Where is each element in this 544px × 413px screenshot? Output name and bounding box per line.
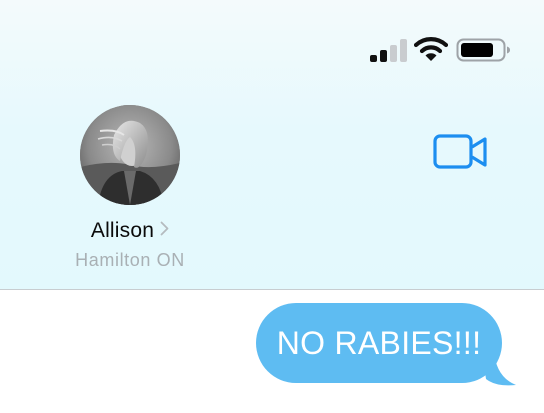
cellular-signal-icon	[370, 39, 407, 62]
outgoing-message[interactable]: NO RABIES!!!	[256, 303, 518, 387]
message-bubble: NO RABIES!!!	[256, 303, 502, 383]
chevron-right-icon	[160, 221, 169, 236]
video-camera-icon	[433, 134, 487, 169]
contact-location: Hamilton ON	[75, 250, 185, 270]
wifi-icon	[414, 37, 448, 61]
contact-name: Allison	[90, 219, 155, 242]
messages-screen: Allison Hamilton ON NO RABIES!!!	[0, 0, 544, 413]
video-call-button[interactable]	[432, 132, 490, 172]
contact-avatar[interactable]	[80, 105, 180, 205]
battery-icon	[456, 38, 510, 62]
contact-photo	[80, 105, 180, 205]
conversation-header: Allison Hamilton ON	[0, 0, 544, 290]
contact-name-button[interactable]: Allison	[0, 219, 260, 247]
